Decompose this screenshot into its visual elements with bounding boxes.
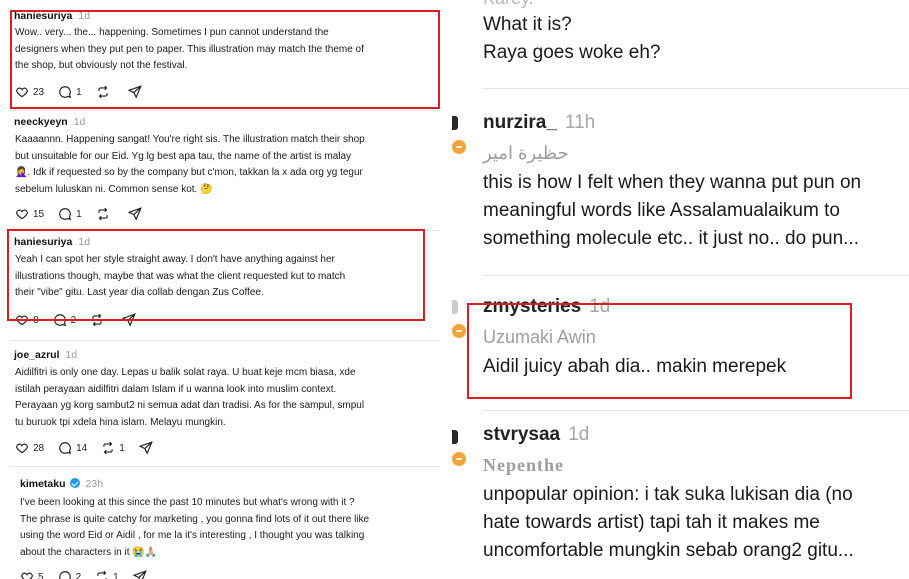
heart-icon: [21, 572, 33, 579]
post-header: joe_azrul 1d: [14, 349, 77, 361]
display-name: حظيرة امير: [483, 143, 569, 163]
avatar-badge-icon: [452, 140, 466, 154]
avatar[interactable]: [452, 116, 458, 130]
post-line: using the word Eid or Aidil , for me la …: [20, 530, 365, 541]
post-body: I've been looking at this since the past…: [20, 495, 440, 561]
timestamp: 1d: [65, 349, 78, 361]
reply-button[interactable]: 1: [58, 207, 82, 221]
repost-button[interactable]: 1: [95, 570, 119, 579]
post-header: kimetaku 23h: [20, 478, 103, 490]
like-count: 15: [33, 208, 45, 220]
right-screenshot: Karey. What it is? Raya goes woke eh? nu…: [452, 0, 909, 579]
post-line: sebelum luluskan ni. Common sense kot. 🤔: [15, 183, 213, 195]
reply-count: 1: [76, 208, 82, 220]
heart-icon: [16, 443, 28, 454]
post-line: Kaaaannn. Happening sangat! You're right…: [15, 134, 365, 145]
repost-button[interactable]: [96, 207, 114, 221]
reply-count: 2: [75, 571, 82, 579]
post-line: Perayaan yg korg sambut2 ni semua adat d…: [15, 400, 365, 411]
username[interactable]: stvrysaa: [483, 424, 560, 445]
comment-icon: [59, 208, 72, 221]
repost-icon: [97, 570, 107, 579]
timestamp: 11h: [564, 112, 596, 133]
repost-button[interactable]: 1: [101, 441, 125, 455]
share-icon: [127, 207, 142, 221]
share-icon: [132, 570, 147, 579]
comment-line: hate towards artist) tapi tah it makes m…: [483, 512, 820, 533]
post-line: Aidilfitri is only one day. Lepas u bali…: [15, 367, 356, 378]
post-body: Kaaaannn. Happening sangat! You're right…: [15, 132, 435, 198]
username-partial: Karey.: [483, 0, 534, 9]
highlight-box: [7, 229, 425, 321]
comment-line: this is how I felt when they wanna put p…: [483, 172, 862, 193]
avatar-badge-icon: [452, 324, 466, 338]
divider: [483, 275, 909, 276]
like-button[interactable]: 28: [15, 441, 44, 455]
username[interactable]: kimetaku: [20, 478, 66, 490]
post-line: but unsuitable for our Eid. Yg lg best a…: [15, 150, 352, 162]
reply-post: joe_azrul 1d Aidilfitri is only one day. …: [0, 340, 445, 465]
like-button[interactable]: 15: [15, 207, 44, 221]
avatar[interactable]: [452, 430, 458, 444]
share-icon: [138, 441, 153, 455]
comment-line: unpopular opinion: i tak suka lukisan di…: [483, 484, 853, 505]
timestamp: 23h: [85, 478, 104, 490]
comment-line: Raya goes woke eh?: [483, 42, 661, 63]
heart-icon: [16, 209, 28, 220]
post-line: 🤦‍♀️. Idk if requested so by the company…: [15, 167, 363, 178]
comment-line: meaningful words like Assalamualaikum to: [483, 200, 840, 221]
comment-line: What it is?: [483, 14, 572, 35]
left-screenshot: haniesuriya 1d Wow.. very... the... happe…: [0, 0, 445, 579]
share-button[interactable]: [132, 570, 151, 579]
post-body: Aidilfitri is only one day. Lepas u bali…: [15, 365, 435, 431]
reply-button[interactable]: 14: [58, 441, 87, 455]
repost-count: 1: [113, 571, 119, 579]
comment-header: stvrysaa 1d: [483, 424, 589, 446]
repost-count: 1: [119, 442, 125, 454]
post-line: about the characters in it 😭🙏🏼: [20, 546, 158, 558]
like-button[interactable]: 5: [20, 570, 44, 579]
repost-icon: [98, 207, 108, 221]
post-line: I've been looking at this since the past…: [20, 497, 355, 508]
comment-line: something molecule etc.. it just no.. do…: [483, 228, 859, 249]
post-line: istilah perayaan aidilfitri dalam Islam …: [15, 383, 337, 395]
post-line: tu buruok tpi xdela hina islam. Melayu m…: [15, 416, 226, 428]
post-actions: 5 2 1: [20, 570, 165, 579]
like-count: 5: [38, 571, 44, 579]
comment-line: uncomfortable mungkin sebab orang2 gitu.…: [483, 540, 854, 561]
comment-icon: [59, 442, 72, 455]
reply-post: kimetaku 23h I've been looking at this si…: [0, 466, 445, 579]
share-button[interactable]: [127, 207, 146, 221]
username[interactable]: joe_azrul: [14, 349, 60, 361]
timestamp: 1d: [568, 424, 590, 445]
comment-icon: [58, 571, 71, 579]
display-name: Nepenthe: [483, 455, 564, 475]
reply-button[interactable]: 2: [58, 570, 82, 579]
divider: [483, 88, 909, 89]
post-header: neeckyeyn 1d: [14, 116, 85, 128]
reply-post: neeckyeyn 1d Kaaaannn. Happening sangat! …: [0, 110, 445, 230]
avatar[interactable]: [452, 300, 458, 314]
divider: [483, 410, 909, 411]
avatar-badge-icon: [452, 452, 466, 466]
comment-header: nurzira_ 11h: [483, 112, 595, 134]
post-line: The phrase is quite catchy for marketing…: [20, 513, 370, 525]
like-count: 28: [33, 442, 45, 454]
username[interactable]: nurzira_: [483, 112, 557, 133]
post-actions: 15 1: [15, 207, 160, 221]
highlight-box: [10, 10, 440, 109]
repost-icon: [103, 441, 113, 455]
post-actions: 28 14 1: [15, 441, 171, 455]
share-button[interactable]: [138, 441, 157, 455]
username[interactable]: neeckyeyn: [14, 116, 68, 128]
reply-count: 14: [76, 442, 88, 454]
verified-icon: [69, 478, 80, 488]
highlight-box: [467, 303, 852, 399]
timestamp: 1d: [73, 116, 86, 128]
